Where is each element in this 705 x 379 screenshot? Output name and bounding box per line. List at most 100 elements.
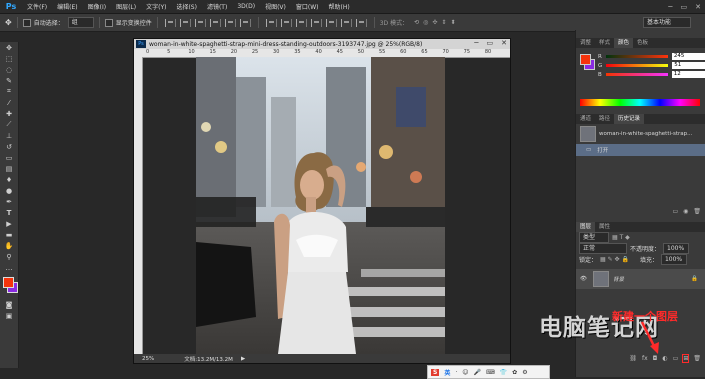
menu-select[interactable]: 选择(S) [171, 2, 202, 11]
tab-channels[interactable]: 通道 [576, 114, 595, 124]
screen-mode-icon[interactable]: ▣ [0, 310, 18, 321]
opacity-input[interactable]: 100% [663, 243, 690, 254]
menu-help[interactable]: 帮助(H) [324, 2, 355, 11]
mic-icon[interactable]: 🎤 [474, 369, 481, 376]
auto-select-checkbox[interactable] [22, 18, 31, 27]
close-icon[interactable]: ✕ [695, 3, 701, 11]
blue-value-input[interactable]: 12 [671, 71, 705, 78]
hand-tool-icon[interactable]: ✋ [0, 240, 18, 251]
red-slider[interactable] [605, 55, 668, 58]
menu-view[interactable]: 视图(V) [260, 2, 291, 11]
tab-color[interactable]: 颜色 [614, 38, 634, 48]
settings-icon[interactable]: ⚙ [522, 369, 527, 376]
gradient-tool-icon[interactable]: ▤ [0, 163, 18, 174]
visibility-eye-icon[interactable]: 👁 [580, 276, 587, 282]
fill-input[interactable]: 100% [660, 254, 687, 265]
menu-type[interactable]: 文字(Y) [141, 2, 171, 11]
zoom-level[interactable]: 25% [142, 356, 154, 362]
blend-mode-dropdown[interactable]: 正常 [579, 243, 627, 254]
dodge-tool-icon[interactable]: ● [0, 185, 18, 196]
path-select-tool-icon[interactable]: ▶ [0, 218, 18, 229]
lang-toggle[interactable]: 英 [444, 368, 450, 377]
distribute-top-icon[interactable] [265, 18, 277, 27]
blur-tool-icon[interactable]: ♦ [0, 174, 18, 185]
tab-swatches[interactable]: 色板 [633, 38, 652, 48]
filter-kind-dropdown[interactable]: 类型 [579, 232, 609, 243]
more-tools-icon[interactable]: … [0, 262, 18, 273]
image-canvas[interactable] [196, 57, 445, 354]
sogou-logo-icon[interactable]: S [431, 368, 440, 376]
delete-icon[interactable]: 🗑 [693, 208, 701, 215]
tab-adjustments[interactable]: 调整 [576, 38, 595, 48]
snapshot-icon[interactable]: ◉ [683, 208, 688, 215]
pen-tool-icon[interactable]: ✒ [0, 196, 18, 207]
menu-filter[interactable]: 滤镜(T) [202, 2, 232, 11]
healing-tool-icon[interactable]: ✚ [0, 108, 18, 119]
document-tab[interactable]: Ps woman-in-white-spaghetti-strap-mini-d… [134, 39, 510, 49]
orbit-3d-icon[interactable]: ⟲ [414, 19, 419, 26]
menu-layer[interactable]: 图层(L) [111, 2, 141, 11]
distribute-hcenter-icon[interactable] [325, 18, 337, 27]
blue-slider[interactable] [605, 73, 668, 76]
new-layer-icon[interactable]: ⊞ [682, 354, 690, 363]
distribute-right-icon[interactable] [340, 18, 352, 27]
align-top-icon[interactable] [164, 18, 176, 27]
scale-3d-icon[interactable]: ⬍ [450, 19, 455, 26]
status-arrow-icon[interactable]: ▶ [241, 356, 245, 362]
green-slider[interactable] [606, 64, 669, 67]
lasso-tool-icon[interactable]: ◌ [0, 64, 18, 75]
marquee-tool-icon[interactable]: ⬚ [0, 53, 18, 64]
tab-paths[interactable]: 路径 [595, 114, 614, 124]
layer-row[interactable]: 👁 背景 🔒 [576, 269, 705, 289]
foreground-color-swatch[interactable] [3, 277, 14, 288]
keyboard-icon[interactable]: ⌨ [486, 369, 495, 376]
menu-3d[interactable]: 3D(D) [232, 3, 260, 10]
menu-window[interactable]: 窗口(W) [291, 2, 324, 11]
slide-3d-icon[interactable]: ⇕ [441, 19, 446, 26]
clone-stamp-tool-icon[interactable]: ⊥ [0, 130, 18, 141]
menu-image[interactable]: 图像(I) [83, 2, 111, 11]
delete-layer-icon[interactable]: 🗑 [693, 355, 701, 362]
fg-color-preview[interactable] [580, 54, 591, 65]
move-tool-icon[interactable]: ✥ [0, 42, 18, 53]
menu-file[interactable]: 文件(F) [22, 2, 52, 11]
new-document-icon[interactable]: ▭ [672, 208, 678, 215]
tab-layers[interactable]: 图层 [576, 222, 596, 232]
align-vcenter-icon[interactable] [179, 18, 191, 27]
quick-mask-icon[interactable]: ◙ [0, 299, 18, 310]
shape-tool-icon[interactable]: ▬ [0, 229, 18, 240]
punct-icon[interactable]: · [455, 369, 457, 376]
zoom-tool-icon[interactable]: ⚲ [0, 251, 18, 262]
minimize-icon[interactable]: ─ [474, 39, 478, 47]
auto-align-icon[interactable] [355, 18, 367, 27]
roll-3d-icon[interactable]: ◎ [423, 19, 428, 26]
filter-icon[interactable]: ▦ T ◆ [612, 234, 630, 241]
eraser-tool-icon[interactable]: ▭ [0, 152, 18, 163]
pan-3d-icon[interactable]: ✣ [432, 19, 437, 26]
align-right-icon[interactable] [239, 18, 251, 27]
history-item[interactable]: ▭ 打开 [576, 144, 705, 156]
workspace-dropdown[interactable]: 基本功能 [643, 17, 691, 28]
minimize-icon[interactable]: ─ [668, 3, 672, 11]
quick-select-tool-icon[interactable]: ✎ [0, 75, 18, 86]
align-bottom-icon[interactable] [194, 18, 206, 27]
lock-icons[interactable]: ▦ ✎ ✥ 🔒 [600, 256, 629, 263]
type-tool-icon[interactable]: T [0, 207, 18, 218]
tab-styles[interactable]: 样式 [595, 38, 614, 48]
brush-tool-icon[interactable]: ⟋ [0, 119, 18, 130]
distribute-vcenter-icon[interactable] [280, 18, 292, 27]
tab-history[interactable]: 历史记录 [614, 114, 645, 124]
menu-edit[interactable]: 编辑(E) [52, 2, 82, 11]
color-spectrum[interactable] [580, 99, 700, 106]
restore-icon[interactable]: ▭ [681, 3, 688, 11]
close-icon[interactable]: ✕ [501, 39, 507, 47]
color-swatches[interactable] [0, 277, 18, 299]
align-hcenter-icon[interactable] [224, 18, 236, 27]
restore-icon[interactable]: ▭ [487, 39, 494, 47]
toolbox-icon[interactable]: ✿ [512, 369, 517, 376]
history-brush-tool-icon[interactable]: ↺ [0, 141, 18, 152]
tab-properties[interactable]: 属性 [595, 222, 614, 232]
move-tool-icon[interactable]: ✥ [5, 18, 12, 27]
eyedropper-tool-icon[interactable]: ⁄ [0, 97, 18, 108]
show-transform-checkbox[interactable] [104, 18, 113, 27]
